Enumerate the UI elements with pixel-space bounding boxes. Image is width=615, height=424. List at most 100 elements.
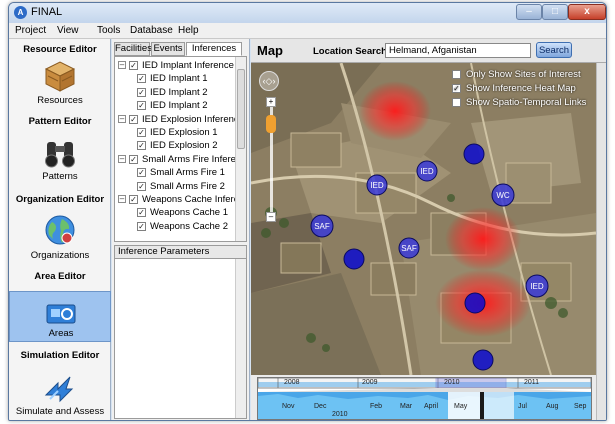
search-button[interactable]: Search <box>536 42 572 58</box>
tree-scrollbar[interactable] <box>235 57 246 241</box>
inference-parameters-header: Inference Parameters <box>114 245 247 259</box>
tree-label: Weapons Cache Infere... <box>142 194 247 205</box>
tab-events[interactable]: Events <box>151 42 185 56</box>
tree-checkbox[interactable]: ✓ <box>129 154 138 164</box>
timeline-month: Jul <box>518 403 527 410</box>
menu-project[interactable]: Project <box>15 25 46 36</box>
spatio-temporal-checkbox[interactable] <box>452 98 461 107</box>
tree-group[interactable]: – ✓ IED Explosion Inference <box>115 113 244 126</box>
map-marker[interactable] <box>472 349 494 371</box>
tree-collapse-icon[interactable]: – <box>118 114 126 123</box>
timeline-month: Mar <box>400 403 413 410</box>
tree-checkbox[interactable]: ✓ <box>137 221 146 231</box>
tree-group[interactable]: – ✓ Small Arms Fire Infere... <box>115 153 244 166</box>
map-marker-label: SAF <box>401 244 417 253</box>
tree-checkbox[interactable]: ✓ <box>137 181 146 191</box>
map-marker-label: IED <box>370 181 384 190</box>
tree-item[interactable]: ✓ IED Explosion 2 <box>115 139 235 152</box>
tree-checkbox[interactable]: ✓ <box>137 141 146 151</box>
tree-item[interactable]: ✓ IED Explosion 1 <box>115 126 235 139</box>
tree-item[interactable]: ✓ Weapons Cache 1 <box>115 206 235 219</box>
map-marker-label: IED <box>530 282 544 291</box>
tree-checkbox[interactable]: ✓ <box>129 195 138 204</box>
tool-simulate-and-assess[interactable]: Simulate and Assess <box>9 365 111 420</box>
maximize-button[interactable]: □ <box>542 4 568 20</box>
section-resource-editor: Resource Editor <box>23 44 97 55</box>
window-title: FINAL <box>31 6 63 18</box>
area-map-icon <box>46 304 76 324</box>
tab-inferences[interactable]: Inferences <box>186 42 242 56</box>
tree-label: IED Explosion 1 <box>150 127 218 138</box>
editor-panel: Resource Editor Resources Pattern Editor… <box>9 39 111 420</box>
tree-checkbox[interactable]: ✓ <box>137 101 146 111</box>
tree-checkbox[interactable]: ✓ <box>129 114 138 124</box>
timeline-month: Dec <box>314 403 327 410</box>
timeline-year-2010: 2010 <box>444 379 460 386</box>
parameters-scrollbar[interactable] <box>235 259 246 418</box>
tab-facilities[interactable]: Facilities <box>114 42 152 56</box>
timeline-graph[interactable] <box>257 377 592 419</box>
street-view-pegman-icon[interactable] <box>266 115 276 133</box>
map-scrollbar[interactable] <box>596 63 606 420</box>
tree-collapse-icon[interactable]: – <box>118 61 126 69</box>
tree-item[interactable]: ✓ Small Arms Fire 2 <box>115 180 235 193</box>
menu-database[interactable]: Database <box>130 25 173 36</box>
tree-label: IED Explosion Inference <box>142 113 244 125</box>
tree-scroll-thumb[interactable] <box>237 69 245 149</box>
binoculars-icon <box>45 142 75 168</box>
heat-map-checkbox[interactable]: ✓ <box>452 84 461 93</box>
tree-checkbox[interactable]: ✓ <box>137 128 146 137</box>
zoom-out-button[interactable]: – <box>266 212 276 222</box>
tree-label: IED Implant Inference <box>142 60 234 71</box>
section-pattern-editor: Pattern Editor <box>28 116 92 127</box>
map-panel: Map Location Search Search <box>251 39 606 420</box>
location-search-input[interactable] <box>385 43 531 58</box>
tree-group[interactable]: – ✓ IED Implant Inference <box>115 59 235 72</box>
tree-item[interactable]: ✓ Weapons Cache 2 <box>115 220 235 233</box>
map-marker[interactable] <box>464 292 486 314</box>
tool-simulate-label: Simulate and Assess <box>15 406 105 417</box>
tree-item[interactable]: ✓ Small Arms Fire 1 <box>115 166 235 179</box>
close-button[interactable]: x <box>568 4 606 20</box>
map-view[interactable]: IED IED WC SAF SAF IED ‹◇› + – Only Show Site… <box>251 63 596 375</box>
satellite-imagery[interactable]: IED IED WC SAF SAF IED <box>251 63 596 375</box>
tree-collapse-icon[interactable]: – <box>118 195 126 203</box>
tool-organizations[interactable]: Organizations <box>9 209 111 261</box>
map-title: Map <box>257 43 283 58</box>
tree-label: IED Implant 2 <box>150 100 208 112</box>
tree-label: Small Arms Fire 1 <box>150 167 225 179</box>
menu-tools[interactable]: Tools <box>97 25 120 36</box>
inference-panel: Facilities Events Inferences – ✓ IED Impla… <box>112 39 250 420</box>
tree-checkbox[interactable]: ✓ <box>137 168 146 178</box>
menu-bar: Project View Tools Database Help <box>9 23 606 39</box>
title-bar[interactable]: A FINAL – □ x <box>9 3 606 23</box>
tree-item[interactable]: ✓ IED Implant 2 <box>115 86 235 99</box>
tree-checkbox[interactable]: ✓ <box>137 87 146 97</box>
tree-item[interactable]: ✓ IED Implant 2 <box>115 99 235 112</box>
map-marker[interactable] <box>463 143 485 165</box>
sites-of-interest-checkbox[interactable] <box>452 70 461 79</box>
tool-areas[interactable]: Areas <box>9 291 111 342</box>
tree-checkbox[interactable]: ✓ <box>137 74 146 84</box>
tool-resources[interactable]: Resources <box>9 57 111 109</box>
map-marker[interactable] <box>343 248 365 270</box>
tree-item[interactable]: ✓ IED Implant 1 <box>115 72 235 85</box>
location-search-label: Location Search <box>313 46 387 57</box>
tree-group[interactable]: – ✓ Weapons Cache Infere... <box>115 193 246 206</box>
zoom-in-button[interactable]: + <box>266 97 276 107</box>
tree-checkbox[interactable]: ✓ <box>137 208 146 218</box>
tree-label: IED Implant 1 <box>150 73 208 85</box>
menu-view[interactable]: View <box>57 25 79 36</box>
heat-map-label: Show Inference Heat Map <box>466 83 576 94</box>
timeline-year-2011: 2011 <box>524 379 540 386</box>
pan-control-icon[interactable]: ‹◇› <box>259 71 279 91</box>
minimize-button[interactable]: – <box>516 4 542 20</box>
menu-help[interactable]: Help <box>178 25 199 36</box>
tool-patterns[interactable]: Patterns <box>9 131 111 183</box>
map-toolbar: Map Location Search Search <box>251 39 606 63</box>
tree-collapse-icon[interactable]: – <box>118 154 126 163</box>
timeline-control[interactable]: 2008 2009 2010 2011 Nov Dec Feb Mar Apri… <box>257 377 592 420</box>
tool-resources-label: Resources <box>37 95 83 106</box>
tree-checkbox[interactable]: ✓ <box>129 61 138 70</box>
application-window: A FINAL – □ x Project View Tools Databas… <box>8 2 607 421</box>
